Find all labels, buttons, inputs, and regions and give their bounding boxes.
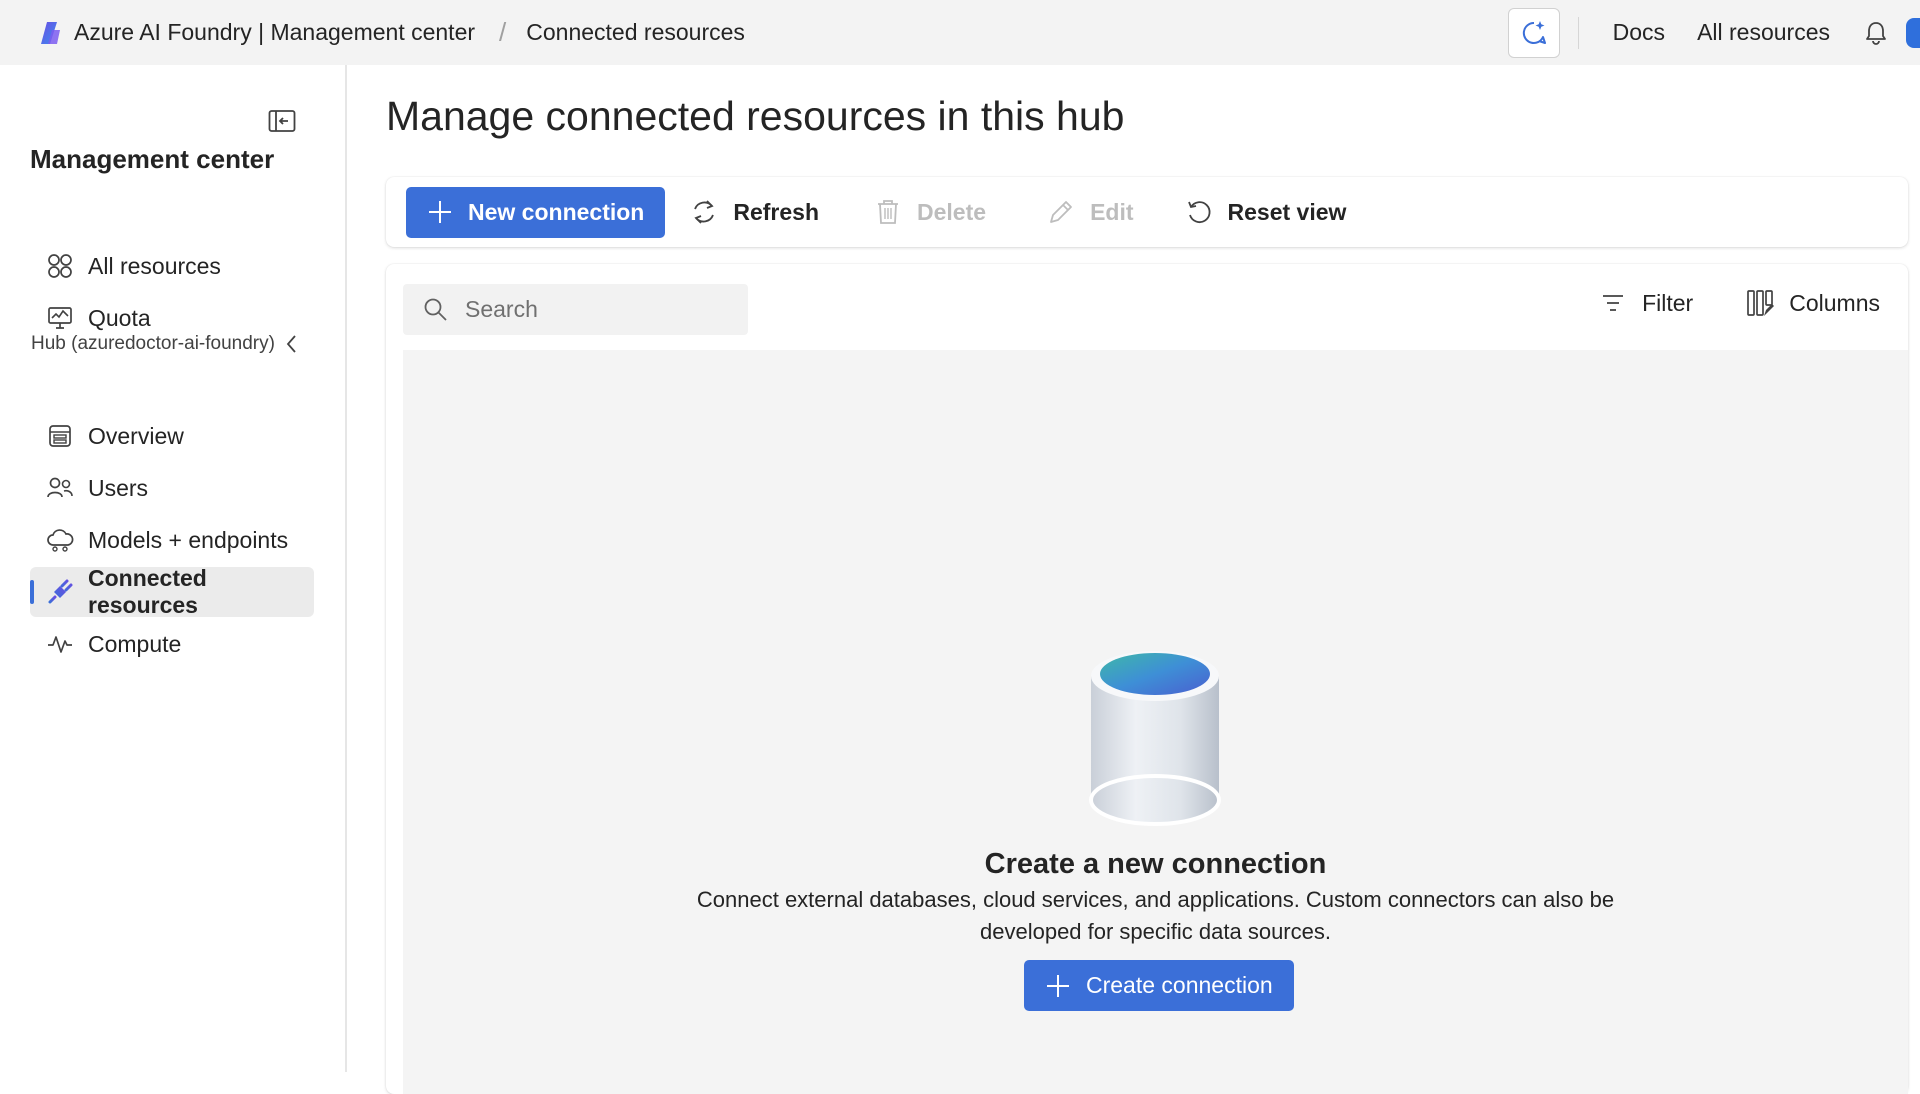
all-resources-link[interactable]: All resources — [1697, 19, 1830, 46]
sidebar-item-compute[interactable]: Compute — [30, 619, 314, 669]
overview-icon — [46, 422, 74, 450]
docs-link[interactable]: Docs — [1613, 19, 1665, 46]
reset-view-button[interactable]: Reset view — [1184, 197, 1347, 227]
sidebar-item-label: Models + endpoints — [88, 526, 289, 553]
edit-button[interactable]: Edit — [1046, 197, 1134, 227]
app-title[interactable]: Azure AI Foundry | Management center — [74, 19, 475, 46]
pulse-icon — [46, 630, 74, 658]
columns-label: Columns — [1789, 289, 1880, 316]
trash-icon — [873, 197, 903, 227]
breadcrumb-separator: / — [499, 17, 507, 47]
pencil-icon — [1046, 197, 1076, 227]
connections-card: Filter Columns — [386, 264, 1908, 1094]
sidebar-item-label: Overview — [88, 422, 184, 449]
refresh-label: Refresh — [733, 198, 820, 225]
delete-label: Delete — [917, 198, 987, 225]
sidebar-item-label: All resources — [88, 252, 221, 279]
azure-ai-foundry-logo-icon — [41, 21, 60, 44]
notifications-bell-icon[interactable] — [1862, 19, 1890, 47]
search-input[interactable] — [465, 296, 725, 323]
sidebar: Management center All resources Quota Hu… — [0, 65, 347, 1072]
topbar-divider — [1577, 16, 1579, 49]
brand[interactable]: Azure AI Foundry | Management center — [38, 19, 475, 46]
cloud-models-icon — [46, 526, 74, 554]
sidebar-title: Management center — [30, 144, 275, 174]
new-connection-button[interactable]: New connection — [406, 186, 666, 238]
sidebar-item-label: Compute — [88, 630, 182, 657]
refresh-button[interactable]: Refresh — [689, 197, 819, 227]
search-box[interactable] — [403, 284, 748, 335]
sidebar-item-label: Connected resources — [88, 565, 207, 618]
plus-icon — [1047, 974, 1069, 997]
refresh-icon — [689, 197, 719, 227]
reset-view-label: Reset view — [1227, 198, 1347, 225]
hub-label: Hub (azuredoctor-ai-foundry) — [31, 333, 275, 354]
copilot-chat-icon — [1522, 20, 1546, 44]
page-title: Manage connected resources in this hub — [386, 93, 1125, 139]
new-connection-label: New connection — [468, 198, 645, 225]
search-icon — [423, 297, 449, 323]
empty-state-description: Connect external databases, cloud servic… — [696, 887, 1615, 944]
sidebar-item-label: Users — [88, 474, 149, 501]
delete-button[interactable]: Delete — [873, 197, 986, 227]
breadcrumb-current: Connected resources — [526, 19, 745, 45]
users-icon — [46, 474, 74, 502]
quota-monitor-icon — [46, 304, 74, 332]
plug-icon — [46, 578, 74, 606]
filter-label: Filter — [1642, 289, 1694, 316]
sidebar-item-models-endpoints[interactable]: Models + endpoints — [30, 515, 314, 565]
sidebar-item-users[interactable]: Users — [30, 463, 314, 513]
avatar[interactable] — [1906, 17, 1920, 48]
sidebar-item-connected-resources[interactable]: Connected resources — [30, 565, 314, 618]
reset-icon — [1184, 197, 1214, 227]
command-toolbar: New connection Refresh Delete Edit Reset… — [386, 177, 1908, 247]
collapse-sidebar-icon[interactable] — [268, 109, 296, 133]
sidebar-item-all-resources[interactable]: All resources — [30, 241, 314, 291]
empty-state: Create a new connection Connect external… — [403, 350, 1908, 1094]
chevron-left-icon[interactable] — [285, 333, 299, 355]
columns-icon — [1745, 288, 1775, 318]
top-bar: Azure AI Foundry | Management center / C… — [0, 0, 1920, 65]
sidebar-item-label: Quota — [88, 304, 151, 331]
filter-icon — [1598, 288, 1628, 318]
edit-label: Edit — [1090, 198, 1134, 225]
hub-section-header[interactable]: Hub (azuredoctor-ai-foundry) — [31, 333, 299, 355]
copilot-button[interactable] — [1507, 7, 1560, 58]
create-connection-button[interactable]: Create connection — [1024, 960, 1294, 1011]
empty-state-title: Create a new connection — [984, 848, 1327, 880]
columns-button[interactable]: Columns — [1745, 288, 1880, 318]
create-connection-label: Create connection — [1086, 972, 1273, 998]
plus-icon — [429, 201, 451, 223]
sidebar-item-overview[interactable]: Overview — [30, 411, 314, 461]
grid-icon — [46, 252, 74, 280]
database-icon — [1089, 651, 1221, 826]
filter-button[interactable]: Filter — [1598, 288, 1693, 318]
